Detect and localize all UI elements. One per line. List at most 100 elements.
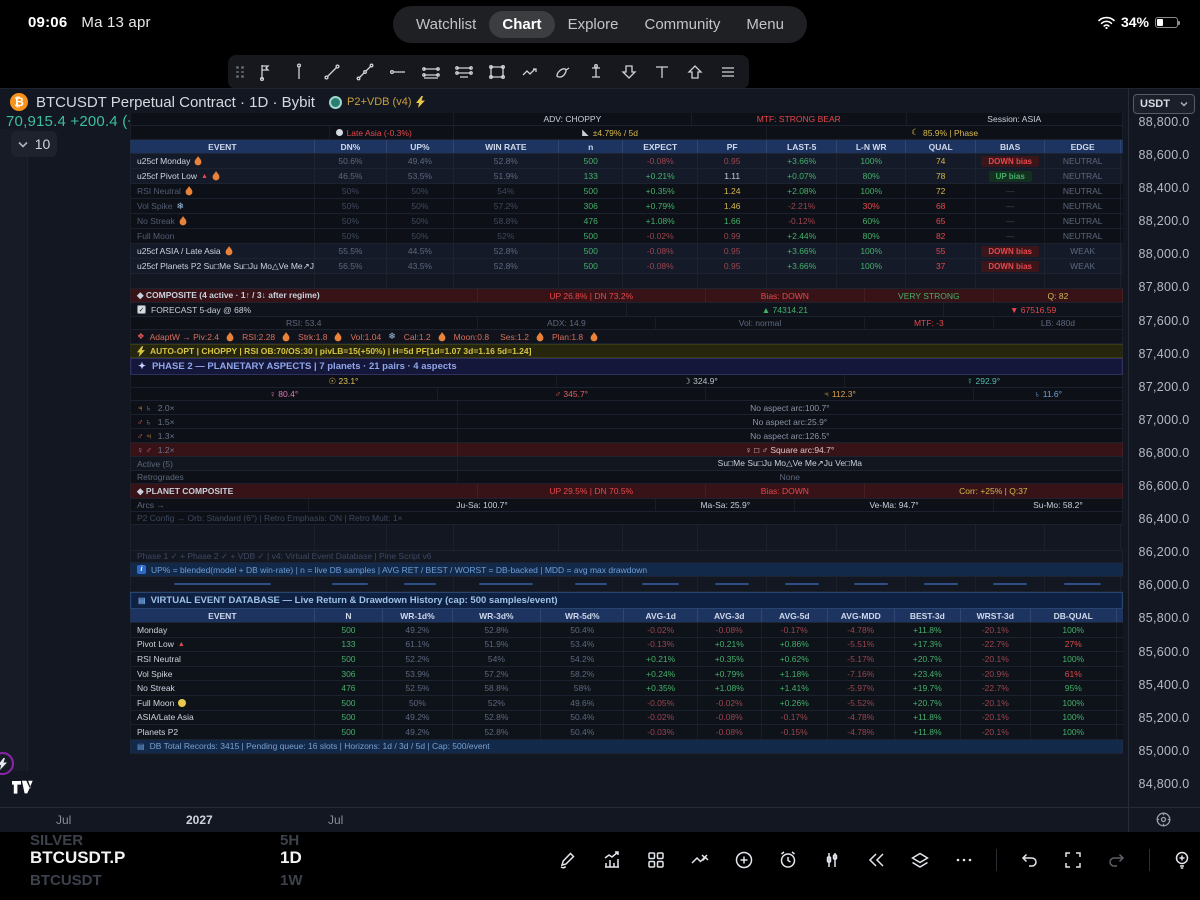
ved-value-cell: 54.2% — [541, 652, 625, 666]
ved-value-cell: 27% — [1031, 637, 1117, 652]
ios-status-bar: 09:06 Ma 13 apr Watchlist Chart Explore Comm… — [0, 0, 1200, 48]
symbol-picker-row[interactable]: SILVER 5H — [30, 832, 340, 849]
fullscreen-icon[interactable] — [1061, 848, 1085, 872]
stat-cell: MTF: -3 — [865, 317, 994, 329]
value-cell: 0.95 — [698, 154, 768, 168]
axis-settings-gear-icon[interactable] — [1155, 811, 1172, 833]
symbol-title-row[interactable]: ₿ BTCUSDT Perpetual Contract · 1D · Bybi… — [10, 93, 426, 111]
picker-interval[interactable]: 5H — [280, 832, 340, 849]
bolt-icon — [416, 96, 426, 108]
trend-angle-tool-icon[interactable] — [352, 59, 378, 85]
active-label: Active (5) — [130, 457, 458, 470]
spacer-row — [130, 274, 1123, 289]
left-panel-gutter — [0, 129, 28, 771]
value-cell: 1.24 — [698, 184, 768, 198]
retrogrades-label: Retrogrades — [130, 471, 458, 483]
value-cell: 54% — [454, 184, 559, 198]
value-cell: +0.35% — [623, 184, 698, 198]
text-tool-icon[interactable] — [649, 59, 675, 85]
brush-tool-icon[interactable] — [550, 59, 576, 85]
bias-cell: — — [976, 199, 1046, 213]
ved-value-cell: -0.08% — [698, 710, 762, 725]
undo-icon[interactable] — [1017, 848, 1041, 872]
price-tick-label: 87,800.0 — [1138, 280, 1190, 295]
arrow-down-marker-tool-icon[interactable] — [616, 59, 642, 85]
spacer-cell — [130, 274, 315, 288]
bias-cell: DOWN bias — [976, 154, 1046, 168]
value-cell: 55 — [906, 244, 976, 258]
time-axis[interactable]: Jul 2027 Jul — [0, 807, 1200, 833]
vertical-line-tool-icon[interactable] — [286, 59, 312, 85]
arcs-band: Arcs → Ju-Sa: 100.7° Ma-Sa: 25.9° Ve-Ma: 94… — [130, 499, 1123, 512]
ved-value-cell: 50% — [383, 695, 453, 710]
arrow-up-marker-tool-icon[interactable] — [682, 59, 708, 85]
value-cell: +3.66% — [767, 244, 837, 258]
picker-interval[interactable]: 1W — [280, 872, 340, 889]
nav-tab-menu[interactable]: Menu — [733, 11, 797, 38]
picker-symbol[interactable]: BTCUSDT — [30, 872, 280, 889]
add-icon[interactable] — [732, 848, 756, 872]
nav-tab-community[interactable]: Community — [631, 11, 733, 38]
trend-line-tool-icon[interactable] — [319, 59, 345, 85]
value-cell: 53.5% — [387, 169, 454, 183]
forecast-tool-icon[interactable] — [253, 59, 279, 85]
horizontal-lines-tool-icon[interactable] — [715, 59, 741, 85]
long-position-tool-icon[interactable] — [583, 59, 609, 85]
main-col-header: LAST-5 — [767, 140, 837, 153]
price-tick-label: 84,800.0 — [1138, 776, 1190, 791]
layouts-icon[interactable] — [644, 848, 668, 872]
ved-value-cell: 476 — [315, 681, 384, 695]
nav-tab-explore[interactable]: Explore — [555, 11, 632, 38]
ved-value-cell: +0.21% — [624, 652, 698, 666]
draw-icon[interactable] — [556, 848, 580, 872]
value-cell: 100% — [837, 244, 907, 258]
value-cell: 50% — [315, 214, 388, 228]
picker-interval[interactable]: 1D — [280, 848, 340, 868]
nav-tab-watchlist[interactable]: Watchlist — [403, 11, 489, 38]
layers-icon[interactable] — [908, 848, 932, 872]
alerts-icon[interactable] — [776, 848, 800, 872]
price-tick-label: 88,600.0 — [1138, 148, 1190, 163]
indicator-name[interactable]: P2+VDB (v4) — [347, 96, 412, 108]
ved-event-cell: Full Moon — [130, 695, 315, 710]
picker-symbol[interactable]: BTCUSDT.P — [30, 848, 280, 868]
composite-band: ◆ COMPOSITE (4 active · 1↑ / 3↓ after re… — [130, 289, 1123, 303]
nav-tab-chart[interactable]: Chart — [489, 11, 555, 38]
symbol-title[interactable]: BTCUSDT Perpetual Contract · 1D · Bybit — [36, 94, 315, 111]
more-icon[interactable] — [952, 848, 976, 872]
spacer-cell — [906, 525, 976, 550]
chart-pane[interactable]: ₿ BTCUSDT Perpetual Contract · 1D · Bybi… — [0, 88, 1200, 833]
indicator-collapse-button[interactable]: 10 — [11, 131, 57, 157]
main-col-header: EXPECT — [623, 140, 698, 153]
main-table-header: EVENT DN% UP% WIN RATE n EXPECT PF LAST-5 L-N WR… — [130, 140, 1123, 154]
value-cell: 50% — [387, 199, 454, 213]
flat-channel-tool-icon[interactable] — [451, 59, 477, 85]
ideas-icon[interactable] — [1170, 848, 1194, 872]
price-scale[interactable]: USDT 88,800.0 88,600.0 88,400.0 88,200.0 88,… — [1128, 89, 1200, 833]
rectangle-tool-icon[interactable] — [484, 59, 510, 85]
tradingview-logo[interactable] — [12, 779, 38, 802]
symbol-picker-row[interactable]: BTCUSDT.P 1D — [30, 848, 340, 868]
toolbar-drag-handle[interactable] — [236, 66, 244, 78]
price-tick-label: 86,800.0 — [1138, 445, 1190, 460]
strategy-icon[interactable] — [688, 848, 712, 872]
ved-value-cell: -0.08% — [698, 623, 762, 637]
dash-separator-row — [130, 577, 1123, 592]
main-col-header: QUAL — [906, 140, 976, 153]
polyline-tool-icon[interactable] — [517, 59, 543, 85]
indicator-badge[interactable]: P2+VDB (v4) — [328, 95, 426, 109]
replay-icon[interactable] — [864, 848, 888, 872]
picker-symbol[interactable]: SILVER — [30, 832, 280, 849]
redo-icon[interactable] — [1105, 848, 1129, 872]
planet-composite-bias: Bias: DOWN — [706, 484, 865, 498]
edge-cell: NEUTRAL — [1045, 154, 1121, 168]
horizontal-ray-tool-icon[interactable] — [385, 59, 411, 85]
spacer-cell — [454, 525, 559, 550]
indicators-icon[interactable] — [600, 848, 624, 872]
symbol-picker-row[interactable]: BTCUSDT 1W — [30, 872, 340, 889]
spacer-cell — [698, 274, 768, 288]
chart-settings-icon[interactable] — [820, 848, 844, 872]
stat-cell: RSI: 53.4 — [130, 317, 478, 329]
currency-toggle-button[interactable]: USDT — [1133, 94, 1195, 114]
parallel-channel-tool-icon[interactable] — [418, 59, 444, 85]
